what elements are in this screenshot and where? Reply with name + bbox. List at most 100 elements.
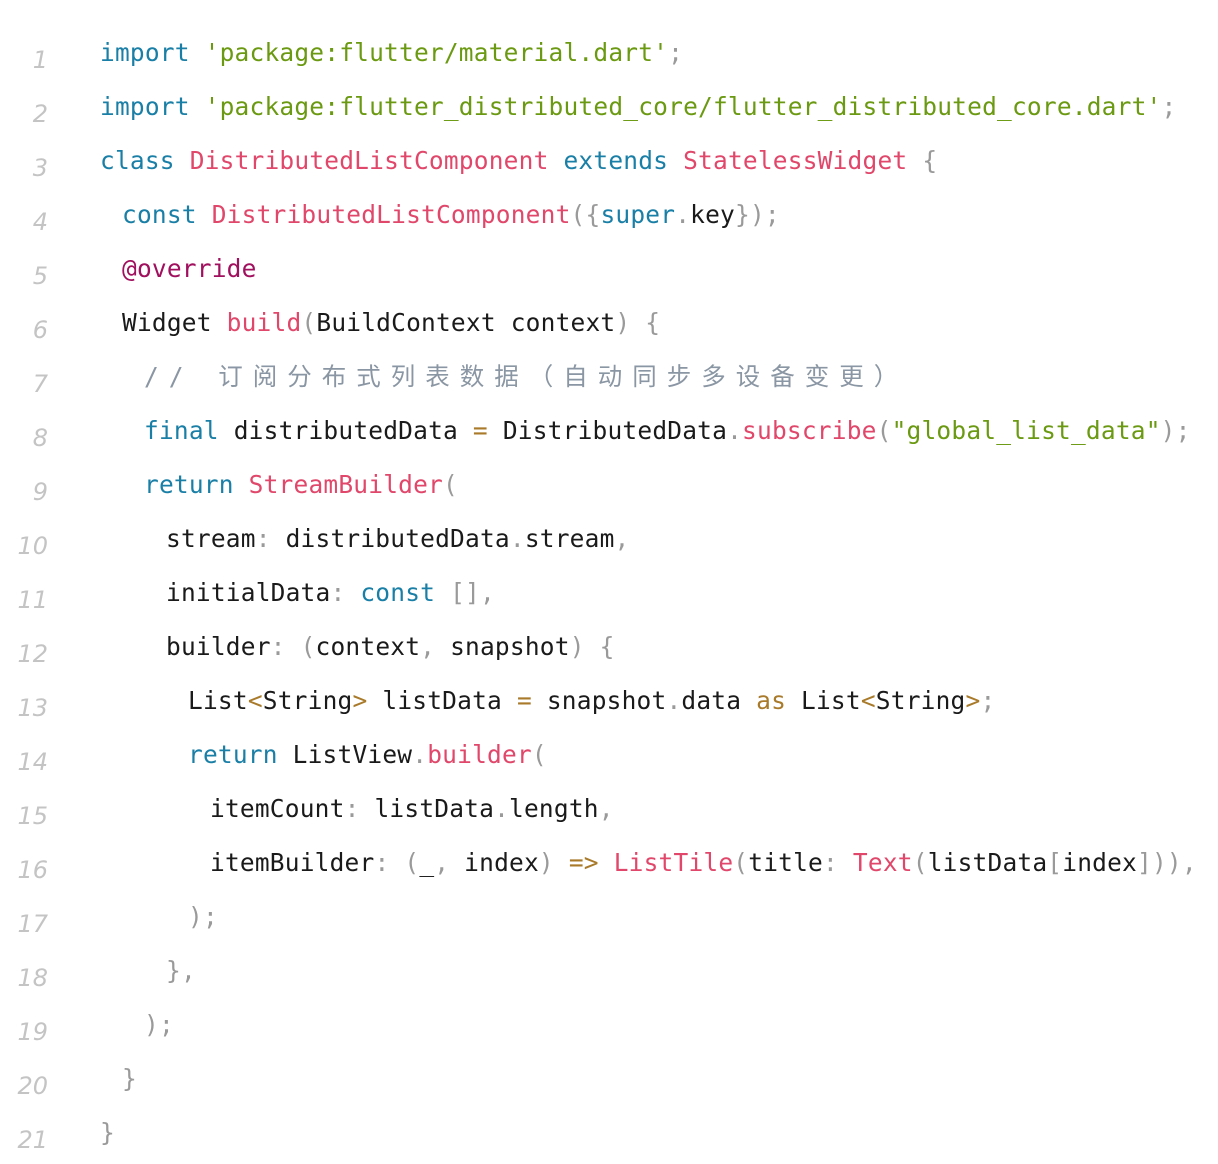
line-number: 3 (32, 154, 48, 182)
code-token-kw: return (188, 740, 278, 769)
code-token-def (175, 146, 190, 175)
code-token-def (549, 146, 564, 175)
code-token-def (630, 308, 645, 337)
code-token-pun: }); (735, 200, 780, 229)
code-token-pun: . (509, 524, 525, 553)
code-token-pun: : (823, 848, 838, 877)
code-text: // 订阅分布式列表数据（自动同步多设备变更） (144, 360, 908, 394)
code-token-def: distributedData (218, 416, 473, 445)
code-token-op: = (472, 416, 488, 445)
code-token-kw: import (100, 38, 190, 67)
code-token-cls: StatelessWidget (683, 146, 908, 175)
code-token-ann: @override (122, 254, 257, 283)
code-token-str: 'package:flutter/material.dart' (204, 38, 669, 67)
code-token-kw: class (100, 146, 175, 175)
code-token-def: snapshot (435, 632, 570, 661)
line-number: 15 (17, 802, 48, 830)
code-text: initialData: const [], (166, 576, 495, 610)
code-token-pun: }, (166, 956, 196, 985)
code-token-def: Widget (122, 308, 227, 337)
code-token-def (190, 38, 205, 67)
code-token-pun: , (598, 794, 614, 823)
code-token-cls: DistributedListComponent (211, 200, 571, 229)
code-line[interactable]: 11 initialData: const [], (0, 566, 1218, 620)
line-number: 12 (17, 640, 48, 668)
code-line[interactable]: 16 itemBuilder: (_, index) => ListTile(ti… (0, 836, 1218, 890)
code-text: List<String> listData = snapshot.data as… (188, 684, 995, 718)
code-text: return ListView.builder( (188, 738, 547, 772)
code-token-def (668, 146, 683, 175)
line-number: 14 (17, 748, 48, 776)
code-token-def: DistributedData (487, 416, 728, 445)
code-line[interactable]: 19); (0, 998, 1218, 1052)
code-token-pun: ); (1160, 416, 1191, 445)
code-token-def: _ (419, 848, 435, 877)
code-line[interactable]: 1 import 'package:flutter/material.dart'; (0, 26, 1218, 80)
code-token-kw: const (360, 578, 436, 607)
code-token-def: snapshot (531, 686, 667, 715)
code-token-pun: [ (1047, 848, 1063, 877)
code-token-op: < (860, 686, 876, 715)
code-token-pun: { (922, 146, 938, 175)
code-line[interactable]: 18}, (0, 944, 1218, 998)
line-number: 21 (17, 1126, 48, 1154)
line-number: 8 (32, 424, 48, 452)
code-token-pun: ; (980, 686, 996, 715)
code-line[interactable]: 8 final distributedData = DistributedData… (0, 404, 1218, 458)
code-line[interactable]: 21} (0, 1106, 1218, 1160)
code-line[interactable]: 5 @override (0, 242, 1218, 296)
code-line[interactable]: 13 List<String> listData = snapshot.data … (0, 674, 1218, 728)
line-number: 11 (17, 586, 48, 614)
code-text: itemCount: listData.length, (210, 792, 614, 826)
code-token-pun: ( (912, 848, 928, 877)
line-number: 17 (17, 910, 48, 938)
code-line[interactable]: 6 Widget build(BuildContext context) { (0, 296, 1218, 350)
code-line[interactable]: 10 stream: distributedData.stream, (0, 512, 1218, 566)
code-token-op: as (756, 686, 787, 715)
code-line[interactable]: 20} (0, 1052, 1218, 1106)
line-number: 2 (32, 100, 48, 128)
code-line[interactable]: 15 itemCount: listData.length, (0, 782, 1218, 836)
code-line[interactable]: 17); (0, 890, 1218, 944)
code-token-pun: ( (876, 416, 892, 445)
code-text: itemBuilder: (_, index) => ListTile(titl… (210, 846, 1197, 880)
code-token-def (838, 848, 853, 877)
code-text: class DistributedListComponent extends S… (100, 144, 937, 178)
code-token-pun: : (344, 794, 360, 823)
line-number: 7 (32, 370, 48, 398)
code-editor[interactable]: 1 import 'package:flutter/material.dart';… (0, 26, 1218, 1160)
code-token-cls: Text (852, 848, 913, 877)
code-token-def: stream (524, 524, 615, 553)
code-token-pun: ) (615, 308, 631, 337)
code-line[interactable]: 2 import 'package:flutter_distributed_cor… (0, 80, 1218, 134)
code-token-pun: ( (300, 632, 316, 661)
code-token-pun: ( (531, 740, 547, 769)
code-token-cls: DistributedListComponent (189, 146, 549, 175)
code-token-fn: subscribe (742, 416, 877, 445)
code-token-pun: ( (301, 308, 317, 337)
code-text: }, (166, 954, 196, 988)
code-token-def: listData (359, 794, 495, 823)
code-text: import 'package:flutter/material.dart'; (100, 36, 683, 70)
code-token-pun: } (122, 1064, 137, 1093)
code-text: Widget build(BuildContext context) { (122, 306, 660, 340)
code-text: const DistributedListComponent({super.ke… (122, 198, 780, 232)
code-token-pun: , (420, 632, 436, 661)
code-token-kw: return (144, 470, 234, 499)
code-text: ); (188, 900, 218, 934)
code-line[interactable]: 14 return ListView.builder( (0, 728, 1218, 782)
code-token-def (190, 92, 205, 121)
code-token-op: = (516, 686, 532, 715)
code-token-def (554, 848, 569, 877)
code-line[interactable]: 9 return StreamBuilder( (0, 458, 1218, 512)
code-token-cmt: // 订阅分布式列表数据（自动同步多设备变更） (144, 362, 909, 391)
code-line[interactable]: 4 const DistributedListComponent({super.k… (0, 188, 1218, 242)
code-token-def: BuildContext context (316, 308, 616, 337)
code-line[interactable]: 3 class DistributedListComponent extends … (0, 134, 1218, 188)
code-token-def: String (875, 686, 966, 715)
code-text: } (100, 1116, 115, 1150)
code-token-pun: : (330, 578, 346, 607)
code-line[interactable]: 12 builder: (context, snapshot) { (0, 620, 1218, 674)
code-line[interactable]: 7 // 订阅分布式列表数据（自动同步多设备变更） (0, 350, 1218, 404)
code-text: import 'package:flutter_distributed_core… (100, 90, 1176, 124)
